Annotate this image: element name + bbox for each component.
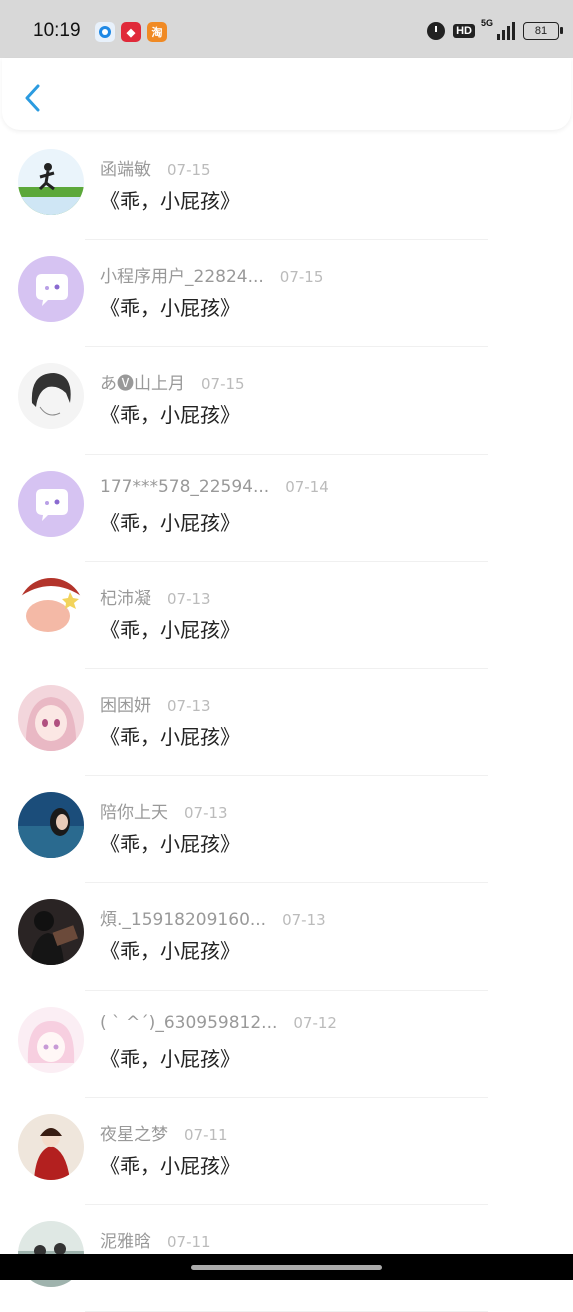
name-row: あ🅥山上月 07-15	[100, 369, 245, 394]
comment-list: 函端敏 07-15 《乖，小屁孩》 小程序用户_22824... 07-15 《乖，小屁孩…	[0, 133, 573, 1312]
user-name[interactable]: 困困妍	[100, 691, 151, 716]
user-avatar[interactable]	[18, 684, 84, 751]
name-row: 函端敏 07-15	[100, 155, 211, 180]
user-name[interactable]: 泥雅晗	[100, 1227, 151, 1252]
name-row: 177***578_22594... 07-14	[100, 477, 329, 497]
notification-icons: ◆ 淘	[95, 22, 167, 42]
comment-list-item[interactable]: 夜星之梦 07-11 《乖，小屁孩》	[0, 1098, 573, 1205]
user-name[interactable]: 陪你上天	[100, 798, 168, 823]
user-avatar[interactable]	[18, 1113, 84, 1180]
user-name[interactable]: ( ˋ ^ˊ)_630959812...	[100, 1013, 277, 1033]
comment-list-item[interactable]: あ🅥山上月 07-15 《乖，小屁孩》	[0, 347, 573, 455]
shopping-notification-icon: ◆	[121, 22, 141, 42]
signal-icon: 5G	[481, 18, 515, 40]
user-name[interactable]: 177***578_22594...	[100, 477, 269, 497]
user-avatar[interactable]	[18, 149, 84, 215]
comment-text: 《乖，小屁孩》	[100, 617, 240, 642]
hd-icon: HD	[453, 24, 475, 38]
user-avatar[interactable]	[18, 577, 84, 644]
comment-list-item[interactable]: 煩._15918209160... 07-13 《乖，小屁孩》	[0, 883, 573, 991]
top-header	[2, 58, 571, 130]
home-gesture-handle[interactable]	[191, 1265, 382, 1270]
name-row: 陪你上天 07-13	[100, 798, 228, 823]
comment-date: 07-13	[167, 589, 211, 608]
name-row: 泥雅晗 07-11	[100, 1227, 211, 1252]
status-bar: 10:19 ◆ 淘 HD 5G 81	[0, 0, 573, 58]
comment-list-item[interactable]: 函端敏 07-15 《乖，小屁孩》	[0, 133, 573, 241]
comment-date: 07-13	[184, 804, 228, 823]
comment-list-item[interactable]: 困困妍 07-13 《乖，小屁孩》	[0, 669, 573, 777]
comment-date: 07-11	[184, 1125, 228, 1144]
user-avatar[interactable]	[18, 792, 84, 859]
name-row: ( ˋ ^ˊ)_630959812... 07-12	[100, 1013, 337, 1033]
name-row: 夜星之梦 07-11	[100, 1120, 228, 1145]
comment-text: 《乖，小屁孩》	[100, 510, 240, 535]
network-type-label: 5G	[481, 18, 494, 28]
name-row: 煩._15918209160... 07-13	[100, 905, 326, 930]
comment-text: 《乖，小屁孩》	[100, 724, 240, 749]
comment-list-item[interactable]: 杞沛凝 07-13 《乖，小屁孩》	[0, 562, 573, 669]
comment-date: 07-14	[285, 477, 329, 496]
user-avatar[interactable]	[18, 470, 84, 537]
comment-date: 07-12	[293, 1013, 337, 1032]
user-name[interactable]: 杞沛凝	[100, 584, 151, 609]
system-nav-bar	[0, 1254, 573, 1280]
comment-list-item[interactable]: 小程序用户_22824... 07-15 《乖，小屁孩》	[0, 240, 573, 348]
comment-date: 07-15	[279, 268, 324, 287]
status-time: 10:19	[33, 20, 81, 41]
user-name[interactable]: 煩._15918209160...	[100, 905, 266, 930]
user-avatar[interactable]	[18, 363, 84, 430]
battery-icon: 81	[523, 22, 563, 40]
comment-date: 07-13	[282, 911, 326, 930]
alarm-icon	[427, 22, 446, 40]
comment-text: 《乖，小屁孩》	[100, 939, 240, 964]
name-row: 杞沛凝 07-13	[100, 584, 211, 609]
user-avatar[interactable]	[18, 899, 84, 966]
user-avatar[interactable]	[18, 256, 84, 323]
comment-text: 《乖，小屁孩》	[100, 1153, 240, 1178]
user-name[interactable]: 夜星之梦	[100, 1120, 168, 1145]
comment-list-item[interactable]: 177***578_22594... 07-14 《乖，小屁孩》	[0, 455, 573, 562]
user-avatar[interactable]	[18, 1006, 84, 1073]
comment-date: 07-15	[201, 375, 245, 394]
comment-text: 《乖，小屁孩》	[100, 296, 240, 321]
browser-notification-icon	[95, 22, 115, 42]
user-name[interactable]: 函端敏	[100, 155, 151, 180]
comment-list-item[interactable]: ( ˋ ^ˊ)_630959812... 07-12 《乖，小屁孩》	[0, 991, 573, 1098]
taobao-notification-icon: 淘	[147, 22, 167, 42]
status-indicators: HD 5G 81	[427, 18, 563, 40]
user-name[interactable]: 小程序用户_22824...	[100, 262, 264, 287]
comment-text: 《乖，小屁孩》	[100, 403, 240, 428]
comment-text: 《乖，小屁孩》	[100, 189, 240, 213]
comment-text: 《乖，小屁孩》	[100, 832, 240, 857]
comment-date: 07-13	[167, 696, 211, 715]
comment-list-item[interactable]: 陪你上天 07-13 《乖，小屁孩》	[0, 776, 573, 884]
name-row: 小程序用户_22824... 07-15	[100, 262, 323, 287]
user-name[interactable]: あ🅥山上月	[100, 369, 185, 394]
name-row: 困困妍 07-13	[100, 691, 211, 716]
comment-text: 《乖，小屁孩》	[100, 1046, 240, 1071]
back-chevron-icon[interactable]	[22, 84, 44, 112]
comment-date: 07-15	[167, 161, 211, 179]
comment-date: 07-11	[167, 1232, 211, 1251]
